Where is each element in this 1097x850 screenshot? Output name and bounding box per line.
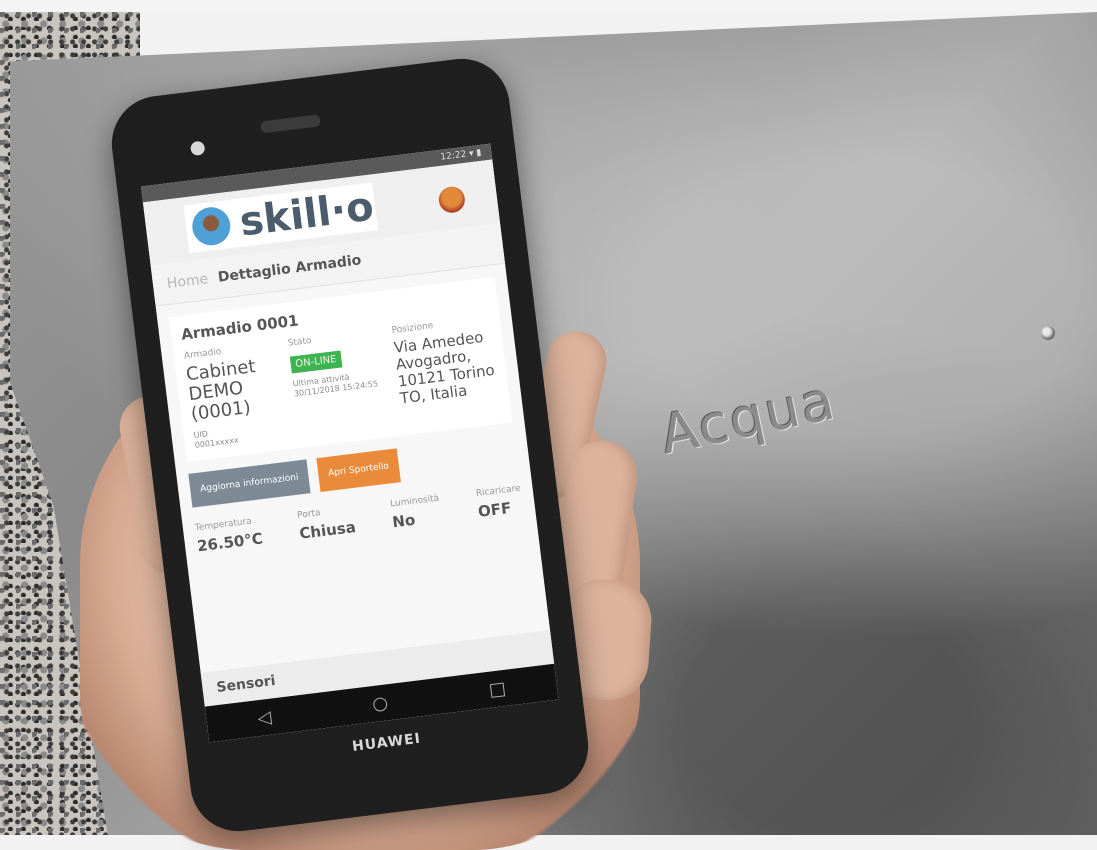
status-badge: ON-LINE xyxy=(289,350,343,374)
sensor-temperature: Temperatura 26.50°C xyxy=(194,516,263,556)
armadio-col: Armadio Cabinet DEMO (0001) UID 0001xxxx… xyxy=(183,340,293,451)
logo-avatar-icon xyxy=(190,205,233,248)
sensor-value: OFF xyxy=(477,498,513,521)
sensor-door: Porta Chiusa xyxy=(297,504,357,543)
posizione-col: Posizione Via Amedeo Avogadro, 10121 Tor… xyxy=(391,314,501,425)
sensor-label: Luminosità xyxy=(389,493,440,510)
sensor-recharge: Ricaricare OFF xyxy=(475,484,523,521)
armadio-value: Cabinet DEMO (0001) xyxy=(184,356,257,426)
phone-screen: 12:22 ▾ ▮ skill·o Home Dettaglio Armadio… xyxy=(140,143,559,743)
front-camera xyxy=(189,140,206,157)
breadcrumb-home[interactable]: Home xyxy=(166,271,209,292)
refresh-info-button[interactable]: Aggiorna informazioni xyxy=(188,459,311,508)
sensor-value: Chiusa xyxy=(298,517,357,543)
posizione-value: Via Amedeo Avogadro, 10121 Torino TO, It… xyxy=(392,328,496,408)
sensor-light: Luminosità No xyxy=(390,494,443,532)
cabinet-card: Armadio 0001 Armadio Cabinet DEMO (0001)… xyxy=(169,277,513,463)
back-icon[interactable]: ◁ xyxy=(256,706,272,729)
user-avatar[interactable] xyxy=(437,185,467,215)
recents-icon[interactable]: □ xyxy=(488,677,507,700)
open-door-button[interactable]: Apri Sportello xyxy=(316,448,401,492)
screw xyxy=(1041,326,1055,340)
breadcrumb-current: Dettaglio Armadio xyxy=(217,252,363,286)
sensor-value: 26.50°C xyxy=(196,529,264,556)
logo-text: skill·o xyxy=(237,183,377,246)
background-top-strip xyxy=(0,0,1097,12)
stato-col: Stato ON-LINE Ultima attività 30/11/2018… xyxy=(287,327,397,438)
stato-label: Stato xyxy=(287,335,313,349)
earpiece xyxy=(259,114,321,134)
home-icon[interactable]: ○ xyxy=(371,692,389,715)
sensor-label: Ricaricare xyxy=(475,483,522,499)
sensor-value: No xyxy=(391,510,417,532)
